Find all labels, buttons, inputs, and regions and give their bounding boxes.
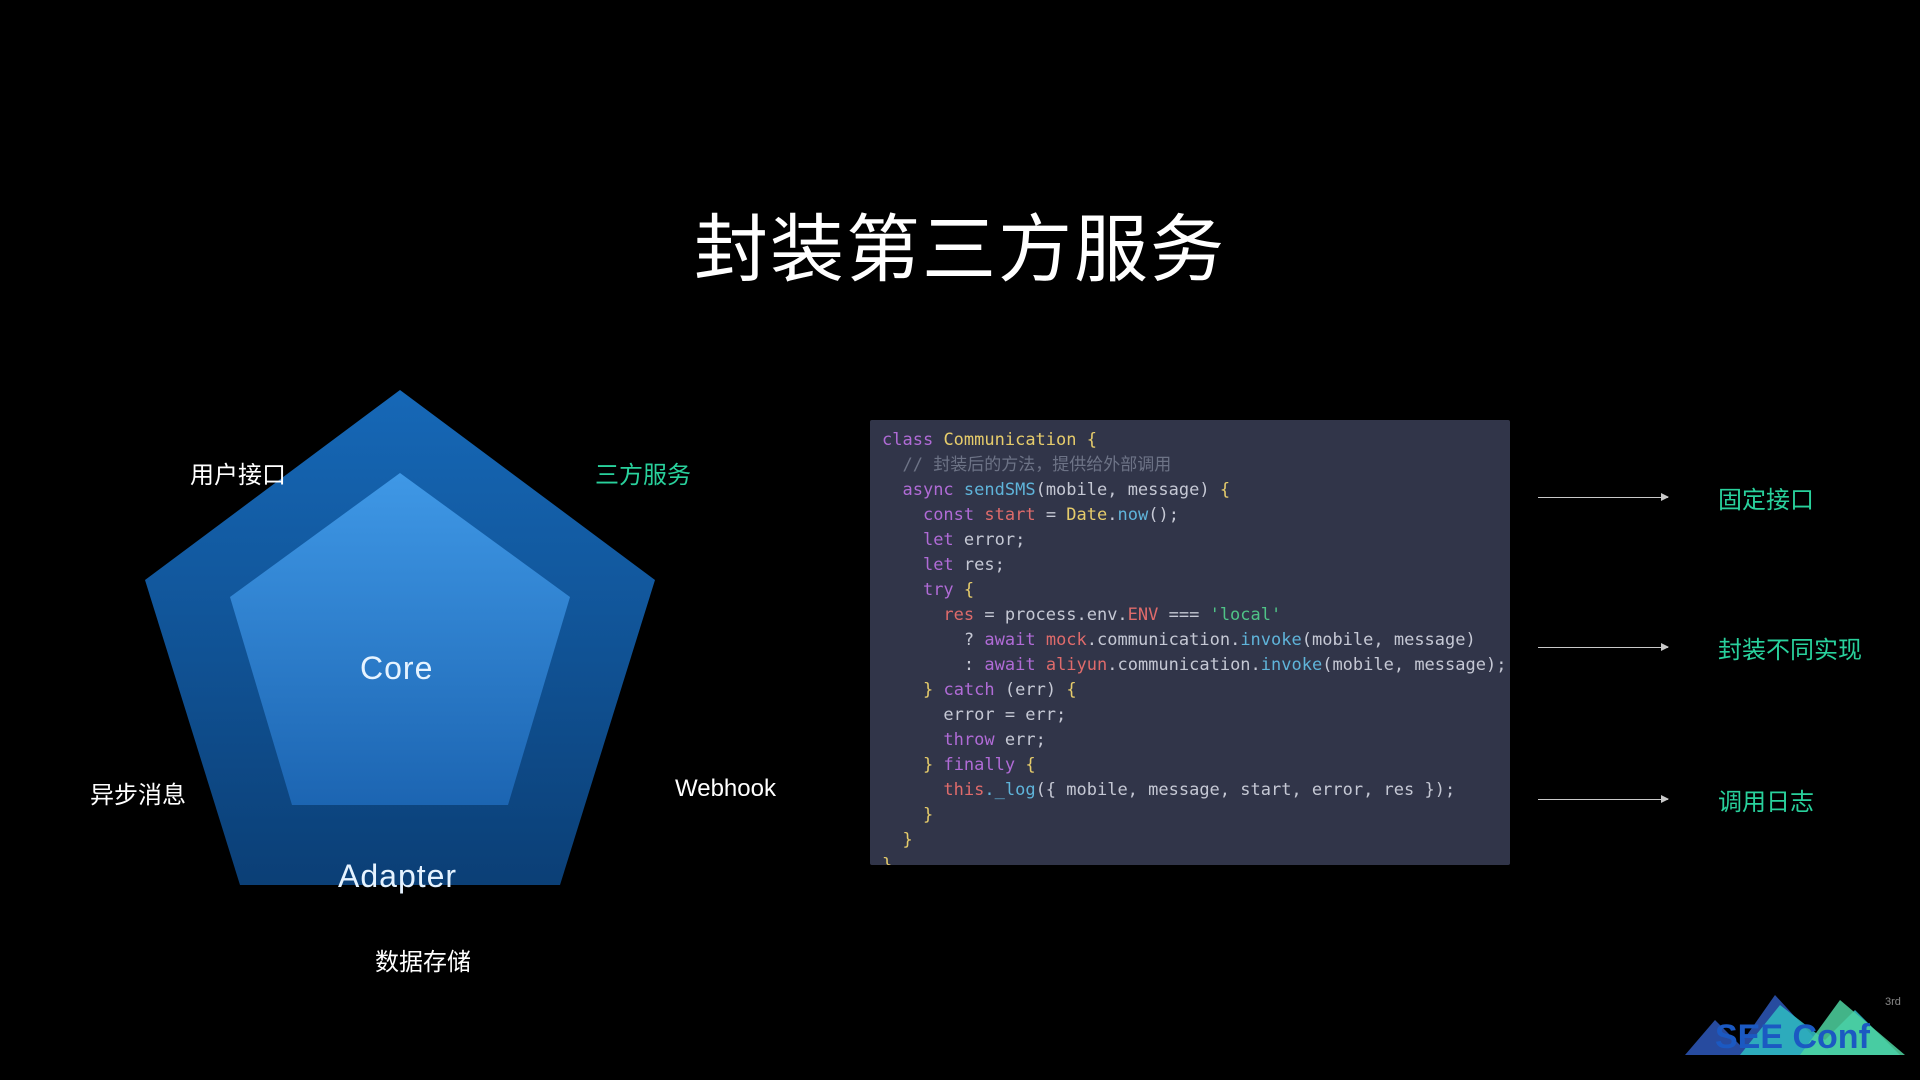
fn-log: ._log bbox=[984, 780, 1035, 800]
txt-comm1: .communication. bbox=[1087, 630, 1241, 650]
label-data-store: 数据存储 bbox=[375, 942, 471, 977]
args-log: ({ mobile, message, start, error, res })… bbox=[1036, 780, 1456, 800]
code-block: class Communication { // 封装后的方法，提供给外部调用 … bbox=[870, 420, 1510, 865]
args-catch: (err) bbox=[1005, 680, 1056, 700]
kw-finally: finally bbox=[943, 755, 1015, 775]
id-res: res bbox=[943, 605, 974, 625]
class-name: Communication bbox=[943, 430, 1076, 450]
op-tern-q: ? bbox=[964, 630, 974, 650]
args-invoke2: (mobile, message); bbox=[1322, 655, 1506, 675]
kw-await1: await bbox=[984, 630, 1035, 650]
label-async-msg: 异步消息 bbox=[90, 775, 186, 810]
fn-sendSMS: sendSMS bbox=[964, 480, 1036, 500]
kw-const: const bbox=[923, 505, 974, 525]
kw-class: class bbox=[882, 430, 933, 450]
see-conf-logo: SEE Conf 3rd bbox=[1680, 975, 1910, 1070]
kw-try: try bbox=[923, 580, 954, 600]
annotation-label: 封装不同实现 bbox=[1718, 630, 1862, 665]
args-sendSMS: (mobile, message) bbox=[1036, 480, 1210, 500]
fn-invoke1: invoke bbox=[1240, 630, 1301, 650]
op-tern-c: : bbox=[964, 655, 974, 675]
str-local: 'local' bbox=[1210, 605, 1282, 625]
pentagon-inner-icon bbox=[220, 465, 580, 815]
kw-await2: await bbox=[984, 655, 1035, 675]
arrow-icon bbox=[1538, 497, 1668, 498]
adapter-label: Adapter bbox=[338, 858, 457, 895]
fn-invoke2: invoke bbox=[1261, 655, 1322, 675]
arrow-icon bbox=[1538, 647, 1668, 648]
annotation-call-log: 调用日志 bbox=[1538, 782, 1814, 817]
annotation-label: 调用日志 bbox=[1718, 782, 1814, 817]
svg-text:SEE Conf: SEE Conf bbox=[1715, 1018, 1871, 1056]
op-eq: === bbox=[1158, 605, 1209, 625]
id-mock: mock bbox=[1046, 630, 1087, 650]
id-start: start bbox=[984, 505, 1035, 525]
label-third-party: 三方服务 bbox=[595, 455, 691, 490]
id-aliyun: aliyun bbox=[1046, 655, 1107, 675]
annotation-fixed-interface: 固定接口 bbox=[1538, 480, 1814, 515]
svg-text:3rd: 3rd bbox=[1885, 996, 1901, 1008]
label-webhook: Webhook bbox=[675, 775, 776, 803]
kw-async: async bbox=[902, 480, 953, 500]
annotation-label: 固定接口 bbox=[1718, 480, 1814, 515]
code-comment: // 封装后的方法，提供给外部调用 bbox=[902, 455, 1171, 475]
annotation-wrap-impl: 封装不同实现 bbox=[1538, 630, 1862, 665]
core-label: Core bbox=[360, 650, 433, 687]
txt-envA: = process.env. bbox=[974, 605, 1128, 625]
txt-comm2: .communication. bbox=[1107, 655, 1261, 675]
kw-catch: catch bbox=[943, 680, 994, 700]
id-err: err; bbox=[1005, 730, 1046, 750]
architecture-pentagon: Core Adapter 用户接口 三方服务 异步消息 Webhook 数据存储 bbox=[80, 380, 800, 1000]
id-ENV: ENV bbox=[1128, 605, 1159, 625]
arrow-icon bbox=[1538, 799, 1668, 800]
args-invoke1: (mobile, message) bbox=[1302, 630, 1476, 650]
label-user-interface: 用户接口 bbox=[190, 455, 286, 490]
id-this: this bbox=[943, 780, 984, 800]
kw-throw: throw bbox=[943, 730, 994, 750]
slide-title: 封装第三方服务 bbox=[0, 190, 1920, 297]
